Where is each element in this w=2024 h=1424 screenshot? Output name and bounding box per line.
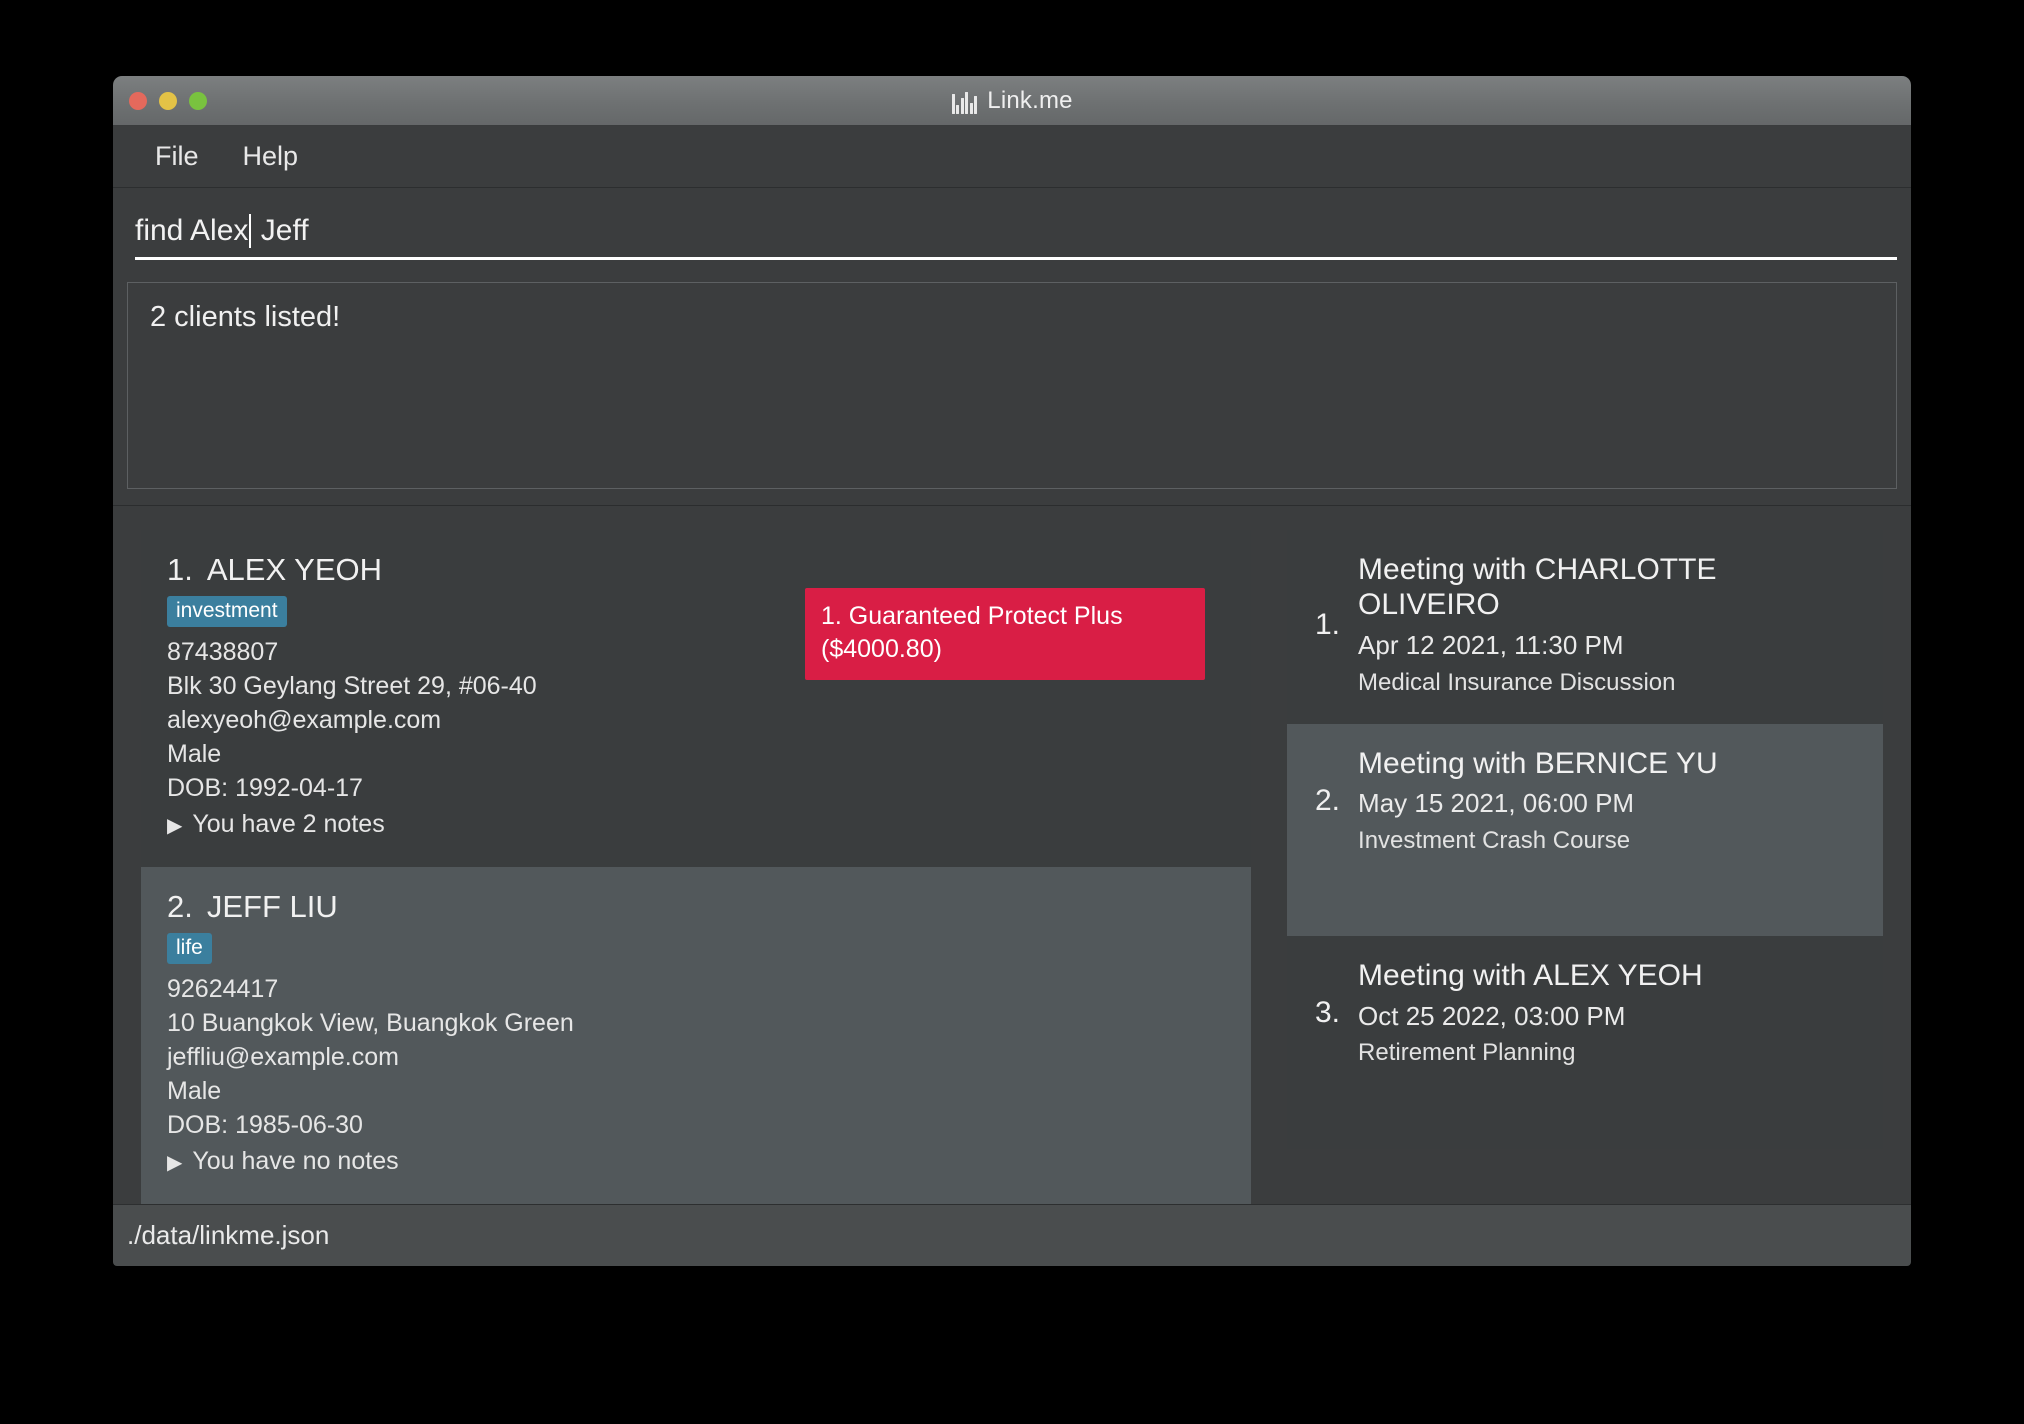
status-bar-path: ./data/linkme.json — [127, 1220, 330, 1250]
client-policy-list: 1. Guaranteed Protect Plus ($4000.80) — [805, 552, 1225, 841]
client-tag-row: life — [167, 933, 805, 965]
command-text-after-caret: Jeff — [252, 213, 309, 247]
command-input-underline[interactable]: find Alex Jeff — [135, 204, 1897, 260]
client-notes-label: You have no notes — [192, 1147, 399, 1176]
client-phone: 87438807 — [167, 638, 279, 667]
title-bar[interactable]: Link.me — [113, 76, 1911, 126]
menu-item-help[interactable]: Help — [229, 137, 313, 176]
meeting-datetime: Apr 12 2021, 11:30 PM — [1358, 629, 1624, 660]
result-region: 2 clients listed! — [113, 270, 1911, 505]
client-list-panel: 1. ALEX YEOH investment 87438807 Blk 30 G… — [141, 530, 1251, 1205]
meeting-index: 1. — [1315, 607, 1341, 641]
client-email: jeffliu@example.com — [167, 1043, 399, 1072]
client-gender: Male — [167, 740, 222, 769]
meeting-description: Medical Insurance Discussion — [1358, 668, 1676, 696]
client-policy-list — [805, 889, 1225, 1178]
client-card[interactable]: 2. JEFF LIU life 92624417 10 Buangkok Vie… — [141, 867, 1251, 1205]
meeting-body: Meeting with CHARLOTTE OLIVEIRO Apr 12 2… — [1358, 552, 1855, 698]
client-address: 10 Buangkok View, Buangkok Green — [167, 1009, 574, 1038]
policy-badge[interactable]: 1. Guaranteed Protect Plus ($4000.80) — [805, 588, 1205, 680]
client-tag: life — [167, 933, 212, 965]
meeting-description: Retirement Planning — [1358, 1039, 1576, 1067]
client-tag-row: investment — [167, 596, 805, 628]
minimize-window-button[interactable] — [159, 91, 177, 110]
client-phone: 92624417 — [167, 975, 279, 1004]
command-text-before-caret: find Alex — [135, 213, 249, 247]
maximize-window-button[interactable] — [189, 91, 207, 110]
text-caret — [249, 213, 252, 248]
app-window: Link.me File Help find Alex Jeff 2 clien… — [113, 76, 1911, 1266]
client-address: Blk 30 Geylang Street 29, #06-40 — [167, 672, 537, 701]
meeting-datetime: Oct 25 2022, 03:00 PM — [1358, 1000, 1626, 1031]
client-tag: investment — [167, 596, 287, 628]
client-index: 2. — [167, 889, 193, 925]
result-message: 2 clients listed! — [150, 301, 341, 333]
client-name: JEFF LIU — [206, 889, 338, 925]
client-dob: DOB: 1985-06-30 — [167, 1111, 363, 1140]
client-email: alexyeoh@example.com — [167, 706, 442, 735]
link-wordmark-icon — [951, 88, 978, 114]
window-controls — [129, 91, 207, 110]
meeting-title: Meeting with ALEX YEOH — [1358, 959, 1703, 993]
content-region: 1. ALEX YEOH investment 87438807 Blk 30 G… — [113, 505, 1911, 1205]
meeting-title: Meeting with CHARLOTTE OLIVEIRO — [1358, 553, 1717, 622]
client-notes-toggle[interactable]: ▶ You have no notes — [167, 1144, 805, 1178]
client-gender: Male — [167, 1077, 222, 1106]
meeting-title: Meeting with BERNICE YU — [1358, 746, 1718, 780]
command-input[interactable]: find Alex Jeff — [135, 213, 309, 248]
client-title: 1. ALEX YEOH — [167, 552, 805, 588]
meeting-card[interactable]: 3. Meeting with ALEX YEOH Oct 25 2022, 0… — [1287, 936, 1883, 1149]
title-center-group: Link.me — [113, 87, 1911, 115]
client-name: ALEX YEOH — [206, 552, 383, 587]
menu-item-file[interactable]: File — [141, 137, 213, 176]
menu-bar: File Help — [113, 126, 1911, 188]
meeting-datetime: May 15 2021, 06:00 PM — [1358, 788, 1635, 819]
window-title: Link.me — [987, 86, 1073, 114]
meeting-index: 2. — [1315, 783, 1341, 817]
client-dob: DOB: 1992-04-17 — [167, 774, 363, 803]
client-main-info: 1. ALEX YEOH investment 87438807 Blk 30 G… — [167, 552, 805, 841]
meeting-body: Meeting with ALEX YEOH Oct 25 2022, 03:0… — [1358, 958, 1855, 1068]
client-notes-toggle[interactable]: ▶ You have 2 notes — [167, 807, 805, 841]
client-index: 1. — [167, 552, 193, 587]
meeting-description: Investment Crash Course — [1358, 826, 1631, 854]
status-bar: ./data/linkme.json — [113, 1204, 1911, 1266]
client-main-info: 2. JEFF LIU life 92624417 10 Buangkok Vie… — [167, 889, 805, 1178]
meeting-card[interactable]: 2. Meeting with BERNICE YU May 15 2021, … — [1287, 723, 1883, 937]
client-title: 2. JEFF LIU — [167, 889, 805, 925]
meeting-body: Meeting with BERNICE YU May 15 2021, 06:… — [1358, 746, 1855, 856]
expand-arrow-icon: ▶ — [167, 1152, 183, 1175]
meeting-index: 3. — [1315, 996, 1341, 1030]
client-notes-label: You have 2 notes — [192, 810, 385, 839]
command-input-region: find Alex Jeff — [113, 188, 1911, 270]
result-display-box: 2 clients listed! — [127, 282, 1897, 489]
meeting-card[interactable]: 1. Meeting with CHARLOTTE OLIVEIRO Apr 1… — [1287, 530, 1883, 724]
meeting-list-panel: 1. Meeting with CHARLOTTE OLIVEIRO Apr 1… — [1287, 530, 1883, 1149]
client-card[interactable]: 1. ALEX YEOH investment 87438807 Blk 30 G… — [141, 530, 1251, 868]
close-window-button[interactable] — [129, 91, 147, 110]
expand-arrow-icon: ▶ — [167, 815, 183, 838]
